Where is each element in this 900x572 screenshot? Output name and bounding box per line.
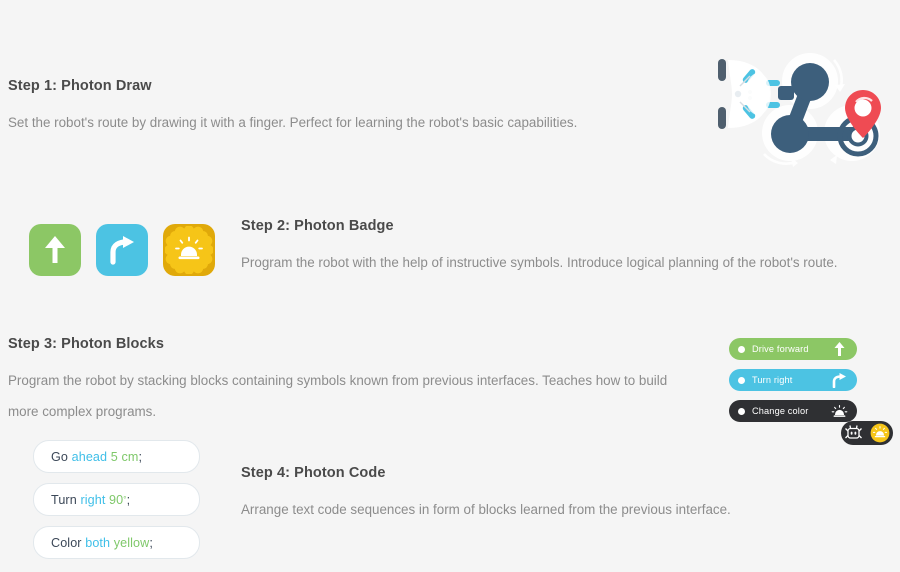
- page-root: Step 1: Photon Draw Set the robot's rout…: [0, 0, 900, 572]
- code-line-color-both[interactable]: Color both yellow;: [33, 526, 200, 559]
- program-block-stack: Drive forward Turn right Change color: [729, 338, 894, 445]
- code-keyword: Turn: [51, 492, 77, 507]
- color-picker-pill[interactable]: [841, 421, 893, 445]
- sun-lamp-icon: [830, 402, 848, 420]
- block-connector-dot: [738, 376, 745, 384]
- step-3-description: Program the robot by stacking blocks con…: [8, 373, 668, 419]
- badge-turn-right[interactable]: [96, 224, 148, 276]
- block-change-color[interactable]: Change color: [729, 400, 857, 422]
- code-line-go-ahead[interactable]: Go ahead 5 cm;: [33, 440, 200, 473]
- badge-drive-forward[interactable]: [29, 224, 81, 276]
- code-terminator: ;: [149, 535, 153, 550]
- photon-robot-route-illustration: [706, 42, 892, 172]
- code-line-turn-right[interactable]: Turn right 90 °;: [33, 483, 200, 516]
- block-change-color-label: Change color: [752, 406, 809, 416]
- step-3-title: Step 3: Photon Blocks: [8, 336, 164, 352]
- step-1-section: Step 1: Photon Draw Set the robot's rout…: [8, 78, 648, 138]
- code-line-list: Go ahead 5 cm; Turn right 90 °; Color bot…: [33, 440, 200, 569]
- sun-lamp-icon: [165, 226, 213, 274]
- step-4-title: Step 4: Photon Code: [241, 465, 386, 481]
- step-1-description: Set the robot's route by drawing it with…: [8, 115, 578, 130]
- block-connector-dot: [738, 345, 745, 353]
- block-drive-forward[interactable]: Drive forward: [729, 338, 857, 360]
- arrow-up-icon: [830, 340, 848, 358]
- block-turn-right-label: Turn right: [752, 375, 793, 385]
- robot-face-icon: [844, 424, 863, 442]
- code-keyword: Color: [51, 535, 82, 550]
- code-arg-value: 5 cm: [110, 449, 139, 464]
- code-arg-direction: right: [80, 492, 106, 507]
- code-terminator: ;: [138, 449, 143, 464]
- step-2-title: Step 2: Photon Badge: [241, 218, 394, 234]
- code-terminator: ;: [126, 492, 131, 507]
- step-2-description: Program the robot with the help of instr…: [241, 255, 838, 270]
- step-1-title: Step 1: Photon Draw: [8, 78, 152, 94]
- block-connector-dot: [738, 407, 745, 415]
- turn-right-arrow-icon: [107, 235, 137, 265]
- block-drive-forward-label: Drive forward: [752, 344, 809, 354]
- code-arg-direction: both: [85, 535, 111, 550]
- badge-change-color[interactable]: [163, 224, 215, 276]
- code-arg-value: 90: [109, 492, 124, 507]
- badge-row: [29, 224, 215, 276]
- code-arg-direction: ahead: [71, 449, 108, 464]
- code-keyword: Go: [51, 449, 68, 464]
- step-3-section: Step 3: Photon Blocks Program the robot …: [8, 336, 688, 427]
- code-arg-value: yellow: [113, 535, 150, 550]
- step-2-section: Step 2: Photon Badge Program the robot w…: [241, 218, 881, 278]
- arrow-up-icon: [42, 234, 68, 266]
- turn-right-arrow-icon: [830, 371, 848, 389]
- color-swatch-yellow[interactable]: [870, 423, 890, 443]
- block-turn-right[interactable]: Turn right: [729, 369, 857, 391]
- step-4-description: Arrange text code sequences in form of b…: [241, 502, 731, 517]
- step-4-section: Step 4: Photon Code Arrange text code se…: [241, 465, 881, 525]
